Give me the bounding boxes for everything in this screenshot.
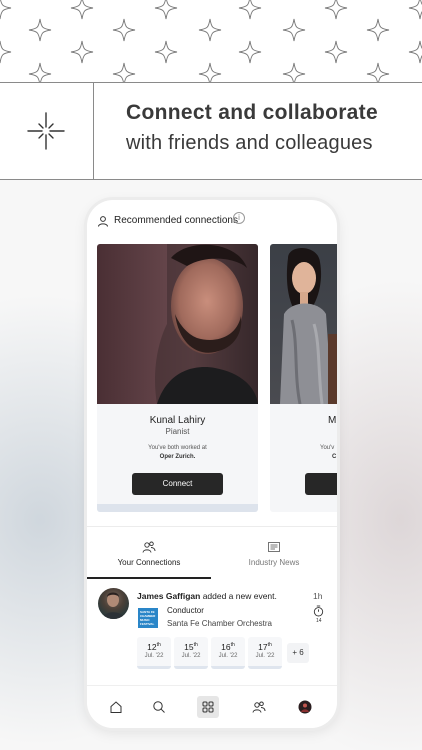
avatar[interactable] [98,588,129,619]
connection-card[interactable]: M You'v C [270,244,337,512]
date-suffix: th [193,642,198,649]
search-icon [153,701,165,713]
card-shared-note: You've both worked at [148,445,207,451]
event-organization: Santa Fe Chamber Orchestra [167,619,272,628]
date-day: 16 [221,642,231,652]
info-icon[interactable]: i [233,212,245,224]
date-day: 15 [184,642,194,652]
star-pattern [0,0,422,82]
card-name: Kunal Lahiry [149,415,206,426]
tagline-sub: with friends and colleagues [126,132,373,154]
nav-search[interactable] [148,696,170,718]
date-month: Jul. '22 [255,653,275,659]
date-chip[interactable]: 16th Jul. '22 [211,637,245,669]
more-dates-button[interactable]: + 6 [287,643,309,663]
nav-dashboard[interactable] [197,696,219,718]
event-logo: SANTA FE CHAMBER MUSIC FESTIVAL [138,608,158,628]
date-day: 17 [258,642,268,652]
phone-mockup: Recommended connections i Kunal Lahiry P… [87,200,337,728]
nav-profile[interactable] [294,696,316,718]
feed-item[interactable]: James Gaffigan added a new event. 1h SAN… [87,583,337,683]
feed-user-name[interactable]: James Gaffigan [137,591,200,601]
card-role: Pianist [165,427,190,436]
star-pattern-banner [0,0,422,82]
header-band: Connect and collaborate with friends and… [0,82,422,180]
date-chip[interactable]: 17th Jul. '22 [248,637,282,669]
section-divider [87,526,337,527]
feed-action: added a new event. [202,591,277,601]
date-chip[interactable]: 12th Jul. '22 [137,637,171,669]
home-icon [110,701,122,713]
header-divider [93,83,94,179]
event-role: Conductor [167,606,204,615]
date-suffix: th [230,642,235,649]
timer-count: 14 [316,618,322,624]
profile-avatar-icon [298,700,312,714]
tab-label: Industry News [248,558,300,567]
tab-your-connections[interactable]: Your Connections [87,540,211,580]
card-shared-place: Oper Zurich. [159,454,196,460]
card-shared-place: C [332,454,337,460]
profile-photo [97,244,258,404]
people-icon [252,701,266,713]
date-suffix: th [156,642,161,649]
profile-photo [270,244,337,404]
bottom-navigation [87,685,337,728]
user-icon [98,216,108,227]
newspaper-icon [268,542,280,552]
feed-timestamp: 1h [313,591,323,601]
feed-text: James Gaffigan added a new event. [137,591,277,601]
nav-connections[interactable] [248,696,270,718]
timer-icon [313,605,324,617]
sparkle-logo-icon [27,112,65,150]
date-chip[interactable]: 15th Jul. '22 [174,637,208,669]
tab-industry-news[interactable]: Industry News [211,540,337,580]
recommended-title: Recommended connections [114,215,238,226]
active-tab-indicator [87,577,211,579]
date-month: Jul. '22 [181,653,201,659]
card-footer-stripe [97,504,258,512]
people-icon [142,541,156,553]
nav-home[interactable] [105,696,127,718]
date-month: Jul. '22 [144,653,164,659]
recommended-header: Recommended connections i [87,212,337,232]
date-suffix: th [267,642,272,649]
card-name: M [328,415,337,426]
date-day: 12 [147,642,157,652]
connect-button[interactable] [305,473,337,495]
date-month: Jul. '22 [218,653,238,659]
connection-card[interactable]: Kunal Lahiry Pianist You've both worked … [97,244,258,512]
tagline-main: Connect and collaborate [126,101,378,124]
tab-label: Your Connections [117,558,181,567]
card-shared-note: You'v [320,445,335,451]
connect-button[interactable]: Connect [132,473,223,495]
grid-icon [202,701,214,713]
